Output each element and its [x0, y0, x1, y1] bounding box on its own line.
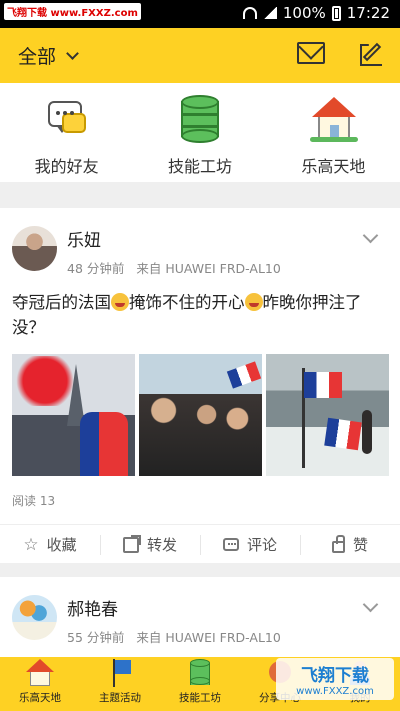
nav-label: 主题活动	[99, 692, 141, 704]
chat-bubbles-icon	[44, 95, 90, 141]
shortcut-lego-world[interactable]: 乐高天地	[267, 83, 400, 182]
watermark-title: 飞翔下载	[301, 666, 369, 686]
post-text-part: 掩饰不住的开心	[129, 293, 245, 312]
nav-label: 技能工坊	[179, 692, 221, 704]
repost-label: 转发	[146, 536, 177, 554]
feed-filter-dropdown[interactable]: 全部	[18, 42, 79, 69]
feed-post: 郝艳春 55 分钟前 来自 HUAWEI FRD-AL10	[0, 577, 400, 657]
post-meta: 55 分钟前 来自 HUAWEI FRD-AL10	[67, 627, 281, 646]
grin-emoji-icon	[244, 293, 263, 311]
mail-icon[interactable]	[297, 42, 325, 64]
comment-icon	[222, 538, 239, 551]
signal-icon	[262, 7, 277, 19]
post-photo[interactable]	[139, 354, 262, 476]
compose-icon[interactable]	[360, 40, 386, 66]
shortcut-bar: 我的好友 技能工坊 乐高天地	[0, 83, 400, 182]
shortcut-my-friends[interactable]: 我的好友	[0, 83, 133, 182]
database-icon	[180, 95, 219, 143]
post-meta: 48 分钟前 来自 HUAWEI FRD-AL10	[67, 258, 281, 277]
status-bar: 飞翔下载 www.FXXZ.com 100% 17:22	[0, 0, 400, 28]
chevron-down-icon	[66, 46, 79, 60]
watermark-top-left: 飞翔下载 www.FXXZ.com	[4, 3, 141, 20]
watermark-url: www.FXXZ.com	[296, 686, 374, 697]
nav-themed-events[interactable]: 主题活动	[80, 657, 160, 711]
post-photo[interactable]	[266, 354, 389, 476]
house-icon	[25, 659, 55, 687]
post-options-chevron-icon[interactable]	[362, 596, 379, 613]
post-time: 48 分钟前	[67, 261, 125, 276]
nav-lego-world[interactable]: 乐高天地	[0, 657, 80, 711]
post-photos	[12, 354, 389, 476]
post-text: 夺冠后的法国 掩饰不住的开心 昨晚你押注了没？	[12, 290, 387, 340]
clock: 17:22	[346, 4, 390, 22]
favorite-button[interactable]: ☆ 收藏	[0, 525, 100, 564]
like-button[interactable]: 赞	[300, 525, 400, 564]
database-icon	[185, 659, 215, 687]
nav-label: 乐高天地	[19, 692, 61, 704]
status-indicators: 100% 17:22	[242, 4, 390, 22]
favorite-label: 收藏	[46, 536, 77, 554]
post-author[interactable]: 郝艳春	[67, 595, 118, 620]
battery-percent: 100%	[282, 4, 326, 22]
watermark-bottom-right: 飞翔下载 www.FXXZ.com	[276, 658, 394, 700]
comment-label: 评论	[246, 536, 277, 554]
flag-icon	[105, 659, 135, 687]
shortcut-label: 我的好友	[34, 157, 99, 176]
battery-icon	[331, 5, 341, 21]
share-icon	[122, 534, 141, 553]
avatar[interactable]	[12, 595, 57, 640]
read-count: 阅读 13	[12, 494, 56, 508]
wifi-icon	[242, 7, 257, 19]
shortcut-label: 技能工坊	[167, 157, 232, 176]
post-source: 来自 HUAWEI FRD-AL10	[136, 261, 281, 276]
laughing-emoji-icon	[111, 293, 129, 311]
post-actions: ☆ 收藏 转发 评论 赞	[0, 524, 400, 564]
post-author[interactable]: 乐妞	[67, 226, 101, 251]
shortcut-skill-workshop[interactable]: 技能工坊	[133, 83, 266, 182]
avatar[interactable]	[12, 226, 57, 271]
post-source: 来自 HUAWEI FRD-AL10	[136, 630, 281, 645]
post-time: 55 分钟前	[67, 630, 125, 645]
post-text-part: 夺冠后的法国	[12, 293, 111, 312]
app-header: 全部	[0, 28, 400, 83]
feed-filter-label: 全部	[18, 46, 57, 68]
nav-skill-workshop[interactable]: 技能工坊	[160, 657, 240, 711]
house-icon	[310, 95, 359, 142]
comment-button[interactable]: 评论	[200, 525, 300, 564]
post-photo[interactable]	[12, 354, 135, 476]
like-label: 赞	[352, 536, 368, 554]
feed-post: 乐妞 48 分钟前 来自 HUAWEI FRD-AL10 夺冠后的法国 掩饰不住的…	[0, 208, 400, 563]
thumbs-up-icon	[331, 534, 345, 553]
repost-button[interactable]: 转发	[100, 525, 200, 564]
shortcut-label: 乐高天地	[301, 157, 366, 176]
star-icon: ☆	[23, 534, 39, 555]
post-options-chevron-icon[interactable]	[362, 227, 379, 244]
